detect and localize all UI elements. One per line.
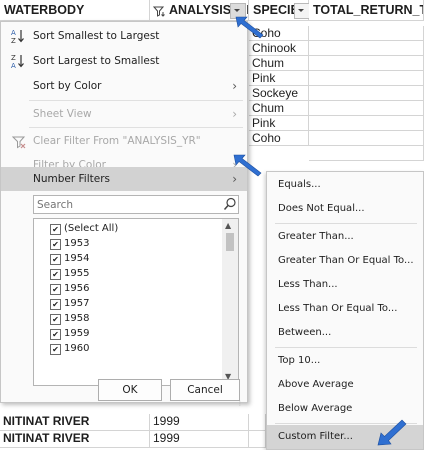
submenu-item-top-10[interactable]: Top 10... xyxy=(267,349,423,373)
cell-waterbody[interactable]: NITINAT RIVER xyxy=(0,431,150,448)
submenu-item-between[interactable]: Between... xyxy=(267,321,423,345)
checkbox[interactable]: ✔ xyxy=(50,329,61,340)
scroll-up-icon[interactable]: ▲ xyxy=(225,221,231,230)
submenu-item-above-average[interactable]: Above Average xyxy=(267,373,423,397)
submenu-item-greater-than[interactable]: Greater Than... xyxy=(267,225,423,249)
cell-species[interactable]: Sockeye xyxy=(249,86,309,101)
list-item-select-all[interactable]: ✔ (Select All) xyxy=(50,221,118,236)
cell-waterbody[interactable]: NITINAT RIVER xyxy=(0,414,150,431)
list-item[interactable]: ✔ 1959 xyxy=(50,326,89,341)
submenu-item-equals[interactable]: Equals... xyxy=(267,173,423,197)
list-item[interactable]: ✔ 1954 xyxy=(50,251,89,266)
sort-descending-icon: ZA xyxy=(10,53,26,70)
chevron-right-icon: › xyxy=(232,172,237,186)
list-scrollbar[interactable]: ▲ ▼ xyxy=(222,219,238,385)
number-filters-submenu: Equals... Does Not Equal... Greater Than… xyxy=(266,171,424,450)
submenu-item-custom-filter[interactable]: Custom Filter... xyxy=(267,425,423,449)
filter-dropdown-button-species[interactable] xyxy=(294,3,310,19)
sort-descending-item[interactable]: ZA Sort Largest to Smallest xyxy=(1,49,247,73)
svg-text:Z: Z xyxy=(11,37,16,44)
cell-empty[interactable] xyxy=(249,414,266,431)
submenu-item-less-than[interactable]: Less Than... xyxy=(267,273,423,297)
list-item[interactable]: ✔ 1956 xyxy=(50,281,89,296)
svg-text:A: A xyxy=(11,62,16,69)
cell-species[interactable]: Pink xyxy=(249,71,309,86)
cell-empty[interactable] xyxy=(249,431,266,448)
submenu-item-greater-equal[interactable]: Greater Than Or Equal To... xyxy=(267,249,423,273)
cell-species[interactable]: Pink xyxy=(249,116,309,131)
sheet-view-item[interactable]: Sheet View › xyxy=(1,102,247,126)
svg-text:Z: Z xyxy=(11,54,16,62)
list-item[interactable]: ✔ 1953 xyxy=(50,236,89,251)
menu-label: Number Filters xyxy=(33,173,110,185)
column-header-waterbody[interactable]: WATERBODY xyxy=(0,0,150,21)
cell-total-return[interactable] xyxy=(309,26,424,41)
cell-analysis-yr[interactable]: 1999 xyxy=(150,414,249,431)
menu-divider xyxy=(275,347,417,348)
filter-dropdown-button[interactable] xyxy=(230,3,246,19)
menu-label: Clear Filter From "ANALYSIS_YR" xyxy=(33,135,201,147)
cell-total-return[interactable] xyxy=(309,41,424,56)
cell-total-return[interactable] xyxy=(309,86,424,101)
menu-divider xyxy=(275,423,417,424)
clear-filter-item[interactable]: Clear Filter From "ANALYSIS_YR" xyxy=(1,129,247,153)
cell-total-return[interactable] xyxy=(309,131,424,146)
list-item[interactable]: ✔ 1958 xyxy=(50,311,89,326)
chevron-right-icon: › xyxy=(232,107,237,121)
menu-divider xyxy=(29,100,243,101)
resize-grip-icon[interactable]: ⋮ xyxy=(237,400,243,407)
checkbox[interactable]: ✔ xyxy=(50,224,61,235)
filter-active-icon[interactable] xyxy=(152,4,166,18)
checkbox[interactable]: ✔ xyxy=(50,269,61,280)
svg-text:A: A xyxy=(11,29,16,37)
scrollbar-thumb[interactable] xyxy=(226,233,234,251)
menu-label: Sort Largest to Smallest xyxy=(33,55,160,67)
search-input[interactable] xyxy=(33,195,239,214)
search-icon xyxy=(223,197,237,211)
checkbox[interactable]: ✔ xyxy=(50,299,61,310)
checkbox[interactable]: ✔ xyxy=(50,284,61,295)
submenu-item-less-equal[interactable]: Less Than Or Equal To... xyxy=(267,297,423,321)
checkbox[interactable]: ✔ xyxy=(50,314,61,325)
cell-total-return[interactable] xyxy=(309,146,424,161)
cell-total-return[interactable] xyxy=(309,56,424,71)
column-header-label: TOTAL_RETURN_TO xyxy=(313,3,423,17)
submenu-item-not-equal[interactable]: Does Not Equal... xyxy=(267,197,423,221)
cell-total-return[interactable] xyxy=(309,116,424,131)
number-filters-item[interactable]: Number Filters › xyxy=(1,167,247,191)
cell-analysis-yr[interactable]: 1999 xyxy=(150,431,249,448)
ok-button[interactable]: OK xyxy=(98,379,162,401)
cell-species[interactable]: Coho xyxy=(249,26,309,41)
sort-ascending-icon: AZ xyxy=(10,28,26,45)
value-list: ✔ (Select All) ✔ 1953 ✔ 1954 ✔ 1955 ✔ 1956 ✔ 1… xyxy=(33,218,239,386)
autofilter-menu: AZ Sort Smallest to Largest ZA Sort Larg… xyxy=(0,21,248,407)
chevron-right-icon: › xyxy=(232,79,237,93)
list-item[interactable]: ✔ 1960 xyxy=(50,341,89,356)
menu-divider xyxy=(275,223,417,224)
menu-label: Sort by Color xyxy=(33,80,102,92)
submenu-item-below-average[interactable]: Below Average xyxy=(267,397,423,421)
cell-species[interactable]: Chum xyxy=(249,101,309,116)
cell-species[interactable]: Chinook xyxy=(249,41,309,56)
cell-species[interactable]: Coho xyxy=(249,131,309,146)
checkbox[interactable]: ✔ xyxy=(50,239,61,250)
cell-species[interactable]: Chum xyxy=(249,56,309,71)
checkbox[interactable]: ✔ xyxy=(50,254,61,265)
menu-label: Sheet View xyxy=(33,108,92,120)
menu-divider xyxy=(29,127,243,128)
list-item[interactable]: ✔ 1957 xyxy=(50,296,89,311)
checkbox[interactable]: ✔ xyxy=(50,344,61,355)
sort-ascending-item[interactable]: AZ Sort Smallest to Largest xyxy=(1,24,247,48)
cell-total-return[interactable] xyxy=(309,71,424,86)
column-header-label: WATERBODY xyxy=(4,3,85,17)
sort-by-color-item[interactable]: Sort by Color › xyxy=(1,74,247,98)
list-item[interactable]: ✔ 1955 xyxy=(50,266,89,281)
clear-filter-icon xyxy=(11,134,26,149)
cancel-button[interactable]: Cancel xyxy=(170,379,240,401)
cell-total-return[interactable] xyxy=(309,101,424,116)
column-header-total-return[interactable]: TOTAL_RETURN_TO xyxy=(309,0,424,21)
menu-label: Sort Smallest to Largest xyxy=(33,30,160,42)
